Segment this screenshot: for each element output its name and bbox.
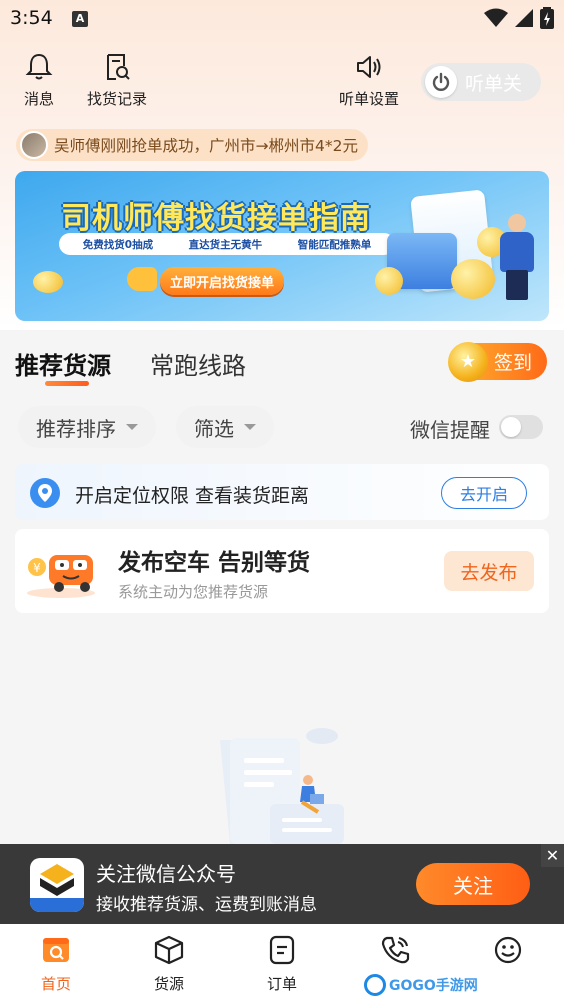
listen-toggle-label: 听单关 [465,72,523,95]
status-icons [484,7,554,29]
coin-icon [451,259,495,299]
nav-item-phone[interactable] [360,934,430,973]
sort-dropdown[interactable]: 推荐排序 [18,406,156,448]
signal-icon [515,9,533,27]
nav-item-cargo[interactable]: 货源 [134,934,204,994]
watermark-text: GOGO手游网 [389,978,478,994]
cargo-history-button[interactable]: 找货记录 [87,52,147,109]
location-pin-icon [30,478,60,508]
banner-tag-list: 免费找货0抽成 直达货主无黄牛 智能匹配推熟单 [59,233,395,255]
coin-icon [375,267,403,295]
enable-location-button[interactable]: 去开启 [441,477,527,509]
publish-button[interactable]: 去发布 [444,551,534,591]
guide-banner[interactable]: 司机师傅找货接单指南 免费找货0抽成 直达货主无黄牛 智能匹配推熟单 立即开启找… [15,171,549,321]
success-ticker: 吴师傅刚刚抢单成功，广州市→郴州市4*2元 [16,129,368,161]
tab-regular-routes[interactable]: 常跑线路 [150,346,246,381]
nav-label-orders: 订单 [266,975,297,993]
pointing-hand-icon [127,267,157,291]
messages-label: 消息 [24,90,55,108]
speaker-icon [357,56,381,78]
watermark: GOGO手游网 [364,972,564,998]
battery-icon [540,7,554,29]
status-bar: 3:54 A [0,0,564,38]
smiley-icon [494,936,522,964]
notification-badge-icon: A [72,11,88,27]
chevron-down-icon [126,424,138,430]
bell-icon [25,53,53,80]
app-logo [30,858,84,912]
publish-subtitle: 系统主动为您推荐货源 [118,583,269,601]
banner-tag: 智能匹配推熟单 [297,238,372,251]
filter-dropdown[interactable]: 筛选 [176,406,274,448]
banner-tag: 直达货主无黄牛 [188,238,263,251]
star-coin-icon: ★ [448,341,488,382]
close-icon[interactable]: ✕ [541,844,564,867]
watermark-logo-icon [364,974,386,996]
toggle-knob [425,66,457,98]
publish-title: 发布空车 告别等货 [118,550,311,576]
phone-icon [381,936,410,964]
wechat-follow-bar: 关注微信公众号 接收推荐货源、运费到账消息 关注 [0,844,564,924]
location-permission-card: 开启定位权限 查看装货距离 去开启 [15,464,549,520]
avatar [20,131,48,159]
nav-item-home[interactable]: 首页 [21,934,91,994]
wifi-icon [484,8,508,27]
courier-illustration [508,214,526,232]
coin-icon [33,271,63,293]
nav-label-cargo: 货源 [153,975,184,993]
listen-settings-label: 听单设置 [339,90,400,108]
banner-title: 司机师傅找货接单指南 [61,201,371,236]
search-document-icon [107,54,130,80]
follow-button[interactable]: 关注 [416,863,530,905]
ticker-text: 吴师傅刚刚抢单成功，广州市→郴州市4*2元 [54,137,358,155]
follow-title: 关注微信公众号 [96,862,236,886]
tab-recommended-cargo[interactable]: 推荐货源 [15,346,111,381]
location-permission-text: 开启定位权限 查看装货距离 [75,485,310,507]
cargo-box-icon [154,935,184,965]
truck-icon: ¥ [27,555,95,598]
home-search-icon [43,938,69,962]
status-time: 3:54 [10,7,53,29]
nav-item-orders[interactable]: 订单 [247,934,317,994]
tab-underline [45,381,89,386]
banner-cta-button[interactable]: 立即开启找货接单 [160,267,284,295]
wechat-reminder-switch[interactable] [499,415,543,439]
empty-state-illustration [220,728,344,844]
follow-subtitle: 接收推荐货源、运费到账消息 [96,895,317,915]
wechat-reminder-label: 微信提醒 [410,418,490,442]
banner-tag: 免费找货0抽成 [82,238,154,251]
nav-label-home: 首页 [40,975,71,993]
chevron-down-icon [244,424,256,430]
cargo-history-label: 找货记录 [87,90,148,108]
signin-label: 签到 [494,352,533,374]
signin-button[interactable]: ★ 签到 [448,341,547,382]
courier-legs [506,270,528,300]
listen-settings-button[interactable]: 听单设置 [339,52,399,109]
power-icon [432,72,450,91]
filter-label: 筛选 [194,416,234,441]
messages-button[interactable]: 消息 [24,52,54,109]
svg-text:¥: ¥ [33,561,41,575]
publish-empty-truck-card: ¥ 发布空车 告别等货 系统主动为您推荐货源 去发布 [15,529,549,613]
order-icon [269,935,295,965]
nav-item-profile[interactable] [473,934,543,973]
courier-body [500,232,534,272]
sort-label: 推荐排序 [36,416,116,441]
listen-order-toggle[interactable]: 听单关 [421,63,541,101]
switch-knob [501,417,521,437]
